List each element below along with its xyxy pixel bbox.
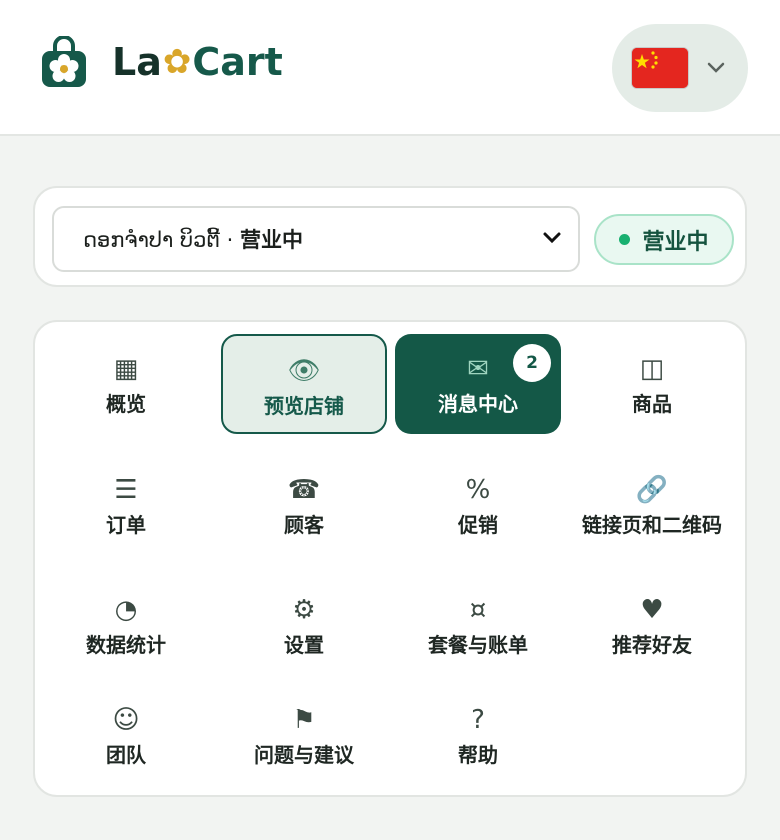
app-header: La ✿ Cart	[0, 0, 780, 136]
store-select-value: ດອກຈຳປາ ບິວຕີ້ · 营业中	[83, 224, 303, 254]
menu-item-label: 消息中心	[438, 392, 518, 416]
menu-item-label: 促销	[458, 513, 498, 537]
language-switcher[interactable]	[612, 24, 748, 112]
brand-part1: La	[112, 40, 162, 84]
menu-item-grid[interactable]: ▦ 概览	[43, 334, 209, 434]
menu-item-label: 商品	[632, 392, 672, 416]
menu-item-label: 设置	[284, 633, 324, 657]
eye-icon: 👁	[287, 356, 321, 386]
menu-item-link[interactable]: 🔗 链接页和二维码	[569, 455, 735, 555]
book-icon: ◫	[639, 354, 665, 384]
percent-icon: %	[465, 475, 491, 505]
menu-item-flag[interactable]: ⚑ 问题与建议	[221, 685, 387, 785]
menu-item-mail[interactable]: ✉ 消息中心 2	[395, 334, 561, 434]
store-status-inline: 营业中	[239, 228, 303, 252]
menu-item-label: 推荐好友	[612, 633, 692, 657]
brand-part2: Cart	[192, 40, 283, 84]
logo[interactable]: La ✿ Cart	[40, 35, 283, 88]
menu-item-label: 团队	[106, 743, 146, 767]
menu-item-help[interactable]: ? 帮助	[395, 685, 561, 785]
status-dot-icon	[619, 234, 631, 245]
store-select[interactable]: ດອກຈຳປາ ບິວຕີ້ · 营业中	[52, 206, 580, 272]
list-icon: ☰	[114, 475, 138, 505]
pie-chart-icon: ◔	[114, 595, 138, 625]
smiley-icon: ☺	[112, 705, 140, 735]
menu-item-list[interactable]: ☰ 订单	[43, 455, 209, 555]
menu-item-gear[interactable]: ⚙ 设置	[221, 575, 387, 675]
unread-count-badge: 2	[513, 344, 551, 382]
menu-item-label: 顾客	[284, 513, 324, 537]
menu-item-label: 概览	[106, 392, 146, 416]
menu-item-currency[interactable]: ¤ 套餐与账单	[395, 575, 561, 675]
menu-item-label: 套餐与账单	[428, 633, 528, 657]
menu-card: ▦ 概览 👁 预览店铺 ✉ 消息中心 2 ◫ 商品 ☰ 订单 ☎ 顾客% 促销 🔗 链接页和二维码 ◔ 数据统计 ⚙…	[33, 320, 747, 797]
grid-icon: ▦	[113, 354, 139, 384]
menu-item-eye[interactable]: 👁 预览店铺	[221, 334, 387, 434]
store-card: ດອກຈຳປາ ບິວຕີ້ · 营业中 营业中	[33, 186, 747, 287]
mail-icon: ✉	[467, 354, 489, 384]
gear-icon: ⚙	[292, 595, 316, 625]
menu-item-smiley[interactable]: ☺ 团队	[43, 685, 209, 785]
menu-item-percent[interactable]: % 促销	[395, 455, 561, 555]
cn-flag-icon	[631, 47, 689, 89]
menu-item-label: 帮助	[458, 743, 498, 767]
status-badge-label: 营业中	[642, 229, 709, 255]
chevron-down-icon	[707, 59, 725, 78]
store-name: ດອກຈຳປາ ບິວຕີ້	[83, 228, 220, 252]
menu-item-label: 订单	[106, 513, 146, 537]
flag-icon: ⚑	[292, 705, 316, 735]
status-badge: 营业中	[594, 214, 734, 265]
menu-item-phone[interactable]: ☎ 顾客	[221, 455, 387, 555]
shopping-bag-flower-icon	[40, 35, 88, 88]
menu-item-label: 数据统计	[86, 633, 166, 657]
currency-icon: ¤	[469, 595, 487, 625]
menu-item-book[interactable]: ◫ 商品	[569, 334, 735, 434]
store-separator: ·	[219, 228, 240, 252]
menu-item-heart[interactable]: ♥ 推荐好友	[569, 575, 735, 675]
help-icon: ?	[471, 705, 485, 735]
menu-item-pie-chart[interactable]: ◔ 数据统计	[43, 575, 209, 675]
link-icon: 🔗	[635, 475, 669, 505]
brand-star-icon: ✿	[162, 42, 192, 82]
phone-icon: ☎	[287, 475, 321, 505]
chevron-down-icon	[542, 230, 562, 249]
brand-name: La ✿ Cart	[112, 40, 283, 84]
heart-icon: ♥	[640, 595, 664, 625]
menu-item-label: 预览店铺	[264, 394, 344, 418]
menu-item-label: 链接页和二维码	[582, 513, 722, 537]
menu-item-label: 问题与建议	[254, 743, 354, 767]
